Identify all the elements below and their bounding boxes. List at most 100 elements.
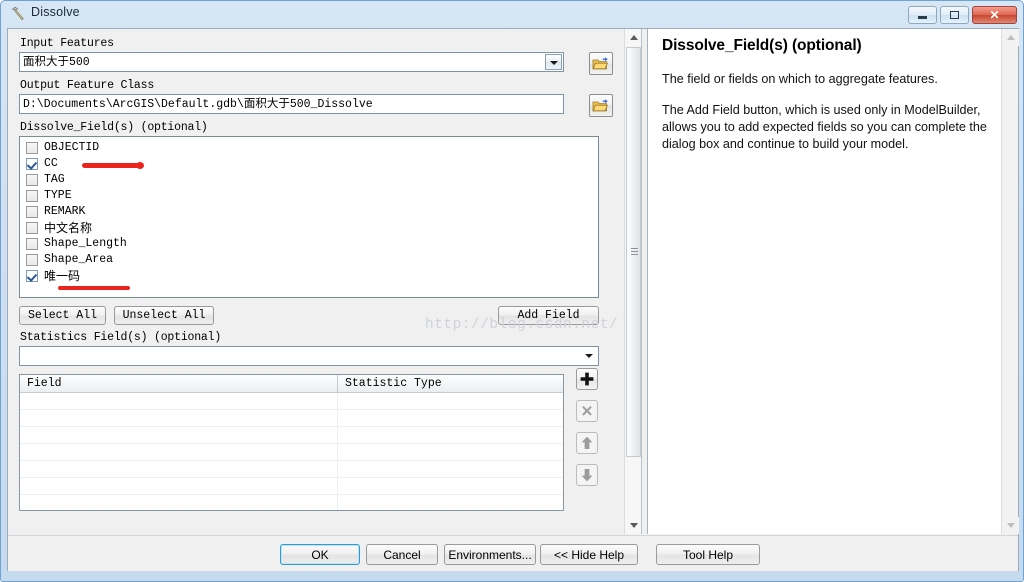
- table-cell-field[interactable]: [20, 427, 338, 443]
- add-statistic-button[interactable]: [576, 368, 598, 390]
- statistics-table-header: Field Statistic Type: [20, 375, 563, 393]
- checkbox-unchecked[interactable]: [26, 142, 38, 154]
- output-feature-class-browse-button[interactable]: [589, 94, 613, 117]
- cancel-button[interactable]: Cancel: [366, 544, 438, 565]
- table-cell-field[interactable]: [20, 478, 338, 494]
- field-list-item[interactable]: 唯一码: [20, 268, 598, 290]
- move-down-button[interactable]: [576, 464, 598, 486]
- hide-help-button[interactable]: << Hide Help: [540, 544, 638, 565]
- help-scrollbar[interactable]: [1001, 29, 1019, 534]
- chevron-down-icon: [585, 354, 593, 358]
- statistics-fields-combo[interactable]: [19, 346, 599, 366]
- field-list-item[interactable]: REMARK: [20, 204, 598, 220]
- column-header-statistic-type: Statistic Type: [345, 377, 442, 390]
- table-row[interactable]: [20, 461, 563, 478]
- scroll-down-button[interactable]: [625, 517, 641, 534]
- table-cell-statistic-type[interactable]: [338, 410, 563, 426]
- arrow-down-icon: [581, 469, 593, 482]
- ok-button[interactable]: OK: [280, 544, 360, 565]
- input-features-label: Input Features: [20, 37, 114, 50]
- annotation-underline: [58, 286, 130, 290]
- help-scroll-up-button[interactable]: [1002, 29, 1019, 46]
- checkbox-unchecked[interactable]: [26, 238, 38, 250]
- move-up-button[interactable]: [576, 432, 598, 454]
- remove-statistic-button[interactable]: [576, 400, 598, 422]
- table-cell-statistic-type[interactable]: [338, 427, 563, 443]
- input-features-browse-button[interactable]: [589, 52, 613, 75]
- unselect-all-button[interactable]: Unselect All: [114, 306, 214, 325]
- field-actions-row: Select All Unselect All Add Field: [19, 304, 619, 326]
- dissolve-fields-listbox[interactable]: OBJECTID CC TAG TYPE REMARK 中文名称 Shape_Length S…: [19, 136, 599, 298]
- field-list-item[interactable]: TYPE: [20, 188, 598, 204]
- table-cell-statistic-type[interactable]: [338, 461, 563, 477]
- parameters-pane: Input Features 面积大于500 Output Feature Cl…: [8, 29, 642, 534]
- checkbox-unchecked[interactable]: [26, 174, 38, 186]
- window-controls: ✕: [908, 6, 1017, 24]
- select-all-button[interactable]: Select All: [19, 306, 106, 325]
- field-list-item[interactable]: Shape_Area: [20, 252, 598, 268]
- scroll-up-button[interactable]: [625, 29, 641, 46]
- checkbox-unchecked[interactable]: [26, 254, 38, 266]
- input-features-row: Input Features 面积大于500: [19, 37, 619, 75]
- field-name-label: TYPE: [44, 189, 72, 202]
- table-row[interactable]: [20, 427, 563, 444]
- table-cell-field[interactable]: [20, 444, 338, 460]
- output-feature-class-label: Output Feature Class: [20, 79, 155, 92]
- field-list-item[interactable]: OBJECTID: [20, 140, 598, 156]
- checkbox-unchecked[interactable]: [26, 206, 38, 218]
- environments-button[interactable]: Environments...: [444, 544, 536, 565]
- field-name-label: CC: [44, 157, 58, 170]
- table-row[interactable]: [20, 410, 563, 427]
- input-features-combo[interactable]: 面积大于500: [19, 52, 564, 72]
- statistics-table[interactable]: Field Statistic Type: [19, 374, 564, 511]
- plus-icon: [580, 372, 594, 386]
- statistics-fields-row: Statistics Field(s) (optional): [19, 331, 619, 366]
- table-cell-statistic-type[interactable]: [338, 495, 563, 510]
- pane-splitter[interactable]: [642, 29, 646, 534]
- help-pane: Dissolve_Field(s) (optional) The field o…: [647, 29, 1019, 534]
- table-cell-statistic-type[interactable]: [338, 444, 563, 460]
- table-cell-field[interactable]: [20, 393, 338, 409]
- checkbox-unchecked[interactable]: [26, 190, 38, 202]
- help-title: Dissolve_Field(s) (optional): [662, 37, 862, 54]
- checkbox-unchecked[interactable]: [26, 222, 38, 234]
- parameters-scrollbar[interactable]: [624, 29, 641, 534]
- table-row[interactable]: [20, 393, 563, 410]
- table-row[interactable]: [20, 444, 563, 461]
- field-name-label: REMARK: [44, 205, 86, 218]
- add-field-button[interactable]: Add Field: [498, 306, 599, 325]
- field-list-item[interactable]: CC: [20, 156, 598, 172]
- table-cell-field[interactable]: [20, 410, 338, 426]
- field-list-item[interactable]: TAG: [20, 172, 598, 188]
- title-bar: Dissolve ✕: [1, 1, 1023, 27]
- triangle-up-icon: [1006, 35, 1015, 40]
- chevron-down-icon: [550, 61, 558, 65]
- checkbox-checked[interactable]: [26, 158, 38, 170]
- triangle-down-icon: [629, 523, 638, 528]
- help-scroll-down-button[interactable]: [1002, 517, 1019, 534]
- scrollbar-thumb[interactable]: [626, 47, 641, 457]
- maximize-button[interactable]: [940, 6, 969, 24]
- close-button[interactable]: ✕: [972, 6, 1017, 24]
- window-title: Dissolve: [31, 5, 80, 19]
- field-list-item[interactable]: Shape_Length: [20, 236, 598, 252]
- table-cell-statistic-type[interactable]: [338, 478, 563, 494]
- field-list-item[interactable]: 中文名称: [20, 220, 598, 236]
- tool-help-button[interactable]: Tool Help: [656, 544, 760, 565]
- table-cell-field[interactable]: [20, 461, 338, 477]
- checkbox-checked[interactable]: [26, 270, 38, 282]
- field-name-label: TAG: [44, 173, 65, 186]
- dialog-client-area: Input Features 面积大于500 Output Feature Cl…: [7, 28, 1019, 571]
- table-row[interactable]: [20, 495, 563, 510]
- table-cell-statistic-type[interactable]: [338, 393, 563, 409]
- field-name-label: OBJECTID: [44, 141, 100, 154]
- help-paragraph-2: The Add Field button, which is used only…: [662, 103, 987, 151]
- minimize-button[interactable]: [908, 6, 937, 24]
- dissolve-fields-row: Dissolve_Field(s) (optional) OBJECTID CC T…: [19, 121, 619, 298]
- output-feature-class-input[interactable]: D:\Documents\ArcGIS\Default.gdb\面积大于500_…: [19, 94, 564, 114]
- statistics-fields-label: Statistics Field(s) (optional): [20, 331, 222, 344]
- table-row[interactable]: [20, 478, 563, 495]
- table-cell-field[interactable]: [20, 495, 338, 510]
- input-features-dropdown-button[interactable]: [545, 54, 562, 70]
- arrow-up-icon: [581, 436, 593, 449]
